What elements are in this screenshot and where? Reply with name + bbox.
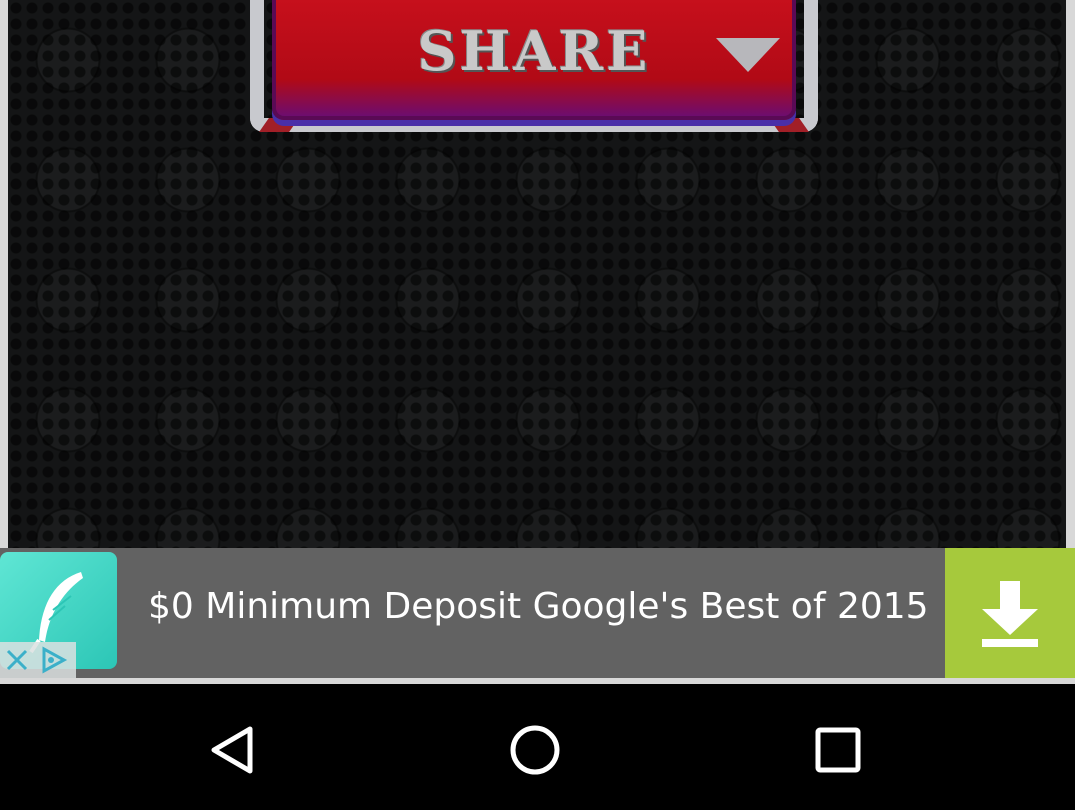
share-button[interactable]: SHARE — [272, 0, 796, 120]
recents-button[interactable] — [808, 720, 868, 780]
dropdown-arrow-icon — [716, 38, 780, 72]
share-label: SHARE — [417, 19, 651, 83]
home-icon — [510, 725, 560, 775]
home-button[interactable] — [505, 720, 565, 780]
ad-choices[interactable] — [0, 642, 76, 678]
back-icon — [211, 726, 253, 774]
frame-corner-right — [769, 118, 809, 132]
close-icon[interactable] — [4, 647, 30, 673]
adchoices-icon[interactable] — [36, 645, 70, 675]
recents-icon — [815, 727, 861, 773]
download-icon — [982, 581, 1038, 647]
system-navigation-bar — [0, 684, 1075, 810]
back-button[interactable] — [202, 720, 262, 780]
game-screen: SHARE — [0, 0, 1075, 548]
ad-headline: $0 Minimum Deposit Google's Best of 2015 — [148, 586, 929, 627]
download-button[interactable] — [945, 548, 1075, 678]
frame-corner-left — [259, 118, 299, 132]
ad-banner[interactable]: $0 Minimum Deposit Google's Best of 2015 — [0, 548, 1075, 678]
